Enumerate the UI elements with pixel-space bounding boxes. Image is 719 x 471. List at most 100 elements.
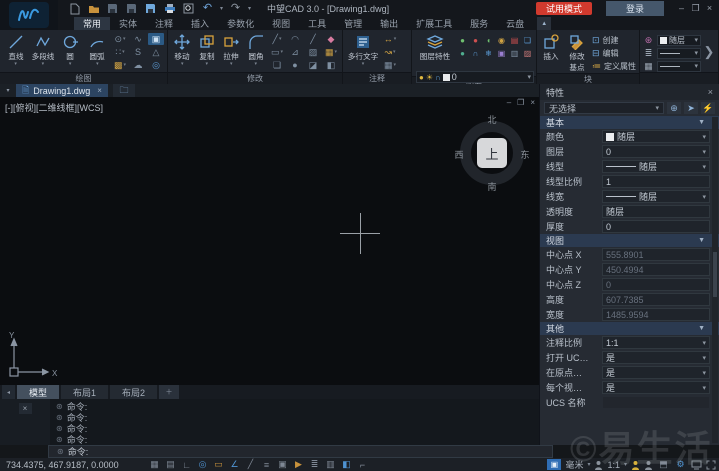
layer-current-icon[interactable]: ▤ bbox=[509, 34, 520, 46]
layer-lock-icon[interactable]: ∩ bbox=[470, 47, 481, 59]
layer-isolate-icon[interactable]: ◉ bbox=[496, 34, 507, 46]
revcloud-icon[interactable]: ☁ bbox=[130, 59, 146, 71]
ribbon-tab-annotate[interactable]: 注释 bbox=[146, 17, 182, 30]
add-layout-icon[interactable]: ＋ bbox=[159, 385, 179, 399]
save-as-icon[interactable] bbox=[144, 3, 157, 15]
ducs-toggle-icon[interactable]: ◧ bbox=[340, 459, 353, 470]
undo-icon[interactable]: ↶ bbox=[201, 3, 214, 15]
lineweight-value-dropdown[interactable]: 随层▾ bbox=[602, 190, 710, 203]
layer-walk-icon[interactable]: ❏ bbox=[522, 34, 533, 46]
units-toggle-icon[interactable]: ▥ bbox=[324, 459, 337, 470]
section-basic[interactable]: 基本▼ bbox=[540, 116, 719, 129]
layer-thaw-icon[interactable]: ● bbox=[457, 47, 468, 59]
viewport-controls-label[interactable]: [-][俯视][二维线框][WCS] bbox=[5, 101, 103, 114]
spline-icon[interactable]: ∿ bbox=[130, 33, 146, 45]
ucs-perview-dropdown[interactable]: 是▾ bbox=[602, 381, 710, 394]
linetype-dropdown[interactable]: ▾ bbox=[657, 61, 701, 72]
thickness-value-field[interactable]: 0 bbox=[602, 220, 710, 233]
close-icon[interactable]: × bbox=[705, 3, 714, 14]
rotate-icon[interactable]: ⊿ bbox=[287, 46, 303, 58]
hatch-icon[interactable]: ▩▾ bbox=[112, 59, 128, 71]
layer-dropdown[interactable]: ● ☀ ∩ 0 ▾ bbox=[416, 71, 534, 83]
layer-prev-icon[interactable]: ▥ bbox=[509, 47, 520, 59]
doc-minimize-icon[interactable]: – bbox=[507, 98, 511, 107]
ribbon-tab-home[interactable]: 常用 bbox=[74, 17, 110, 30]
compass-top-face[interactable]: 上 bbox=[477, 138, 507, 168]
user-icon[interactable] bbox=[594, 460, 603, 470]
model-tab[interactable]: 模型 bbox=[17, 385, 59, 399]
ribbon-collapse-icon[interactable]: ▲ bbox=[537, 17, 551, 30]
selection-dropdown[interactable]: 无选择 ▾ bbox=[544, 102, 664, 114]
lineweight-dropdown[interactable]: ▾ bbox=[657, 48, 701, 59]
mtext-button[interactable]: 多行文字▾ bbox=[346, 32, 380, 66]
ribbon-tab-solid[interactable]: 实体 bbox=[110, 17, 146, 30]
compass-south[interactable]: 南 bbox=[485, 180, 499, 193]
ribbon-tab-services[interactable]: 服务 bbox=[461, 17, 497, 30]
arc-button[interactable]: 圆弧▾ bbox=[85, 32, 110, 66]
region-icon[interactable]: ▣ bbox=[148, 33, 164, 45]
layer-properties-button[interactable]: 图层特性 bbox=[415, 32, 455, 62]
offset-icon[interactable]: ╱ bbox=[305, 33, 321, 45]
dynucs-toggle-icon[interactable]: ≣ bbox=[308, 459, 321, 470]
ribbon-tab-view[interactable]: 视图 bbox=[263, 17, 299, 30]
polygon-icon[interactable]: △ bbox=[148, 46, 164, 58]
doc-close-icon[interactable]: × bbox=[97, 86, 102, 95]
monitor-icon[interactable] bbox=[691, 460, 702, 470]
insert-block-button[interactable]: 插入 bbox=[540, 32, 563, 62]
set-basepoint-button[interactable]: 修改 基点 bbox=[565, 32, 590, 73]
layer-off-icon[interactable]: ● bbox=[470, 34, 481, 46]
ucs-origin-dropdown[interactable]: 是▾ bbox=[602, 366, 710, 379]
line-button[interactable]: 直线▾ bbox=[3, 32, 28, 66]
undo-dropdown-icon[interactable]: ▾ bbox=[220, 5, 223, 12]
ribbon-tab-output[interactable]: 输出 bbox=[371, 17, 407, 30]
compass-east[interactable]: 东 bbox=[518, 148, 532, 161]
clean-screen-icon[interactable]: ⌐ bbox=[356, 459, 369, 470]
layer-unlock-icon[interactable]: ◖ bbox=[483, 34, 494, 46]
command-window[interactable]: × ⊛命令: ⊛命令: ⊛命令: ⊛命令: bbox=[0, 399, 539, 445]
annoscale-dropdown[interactable]: 1:1▾ bbox=[602, 336, 710, 349]
layer-match-icon[interactable]: ▣ bbox=[496, 47, 507, 59]
palette-scrollbar[interactable] bbox=[712, 117, 718, 443]
compass-west[interactable]: 西 bbox=[452, 148, 466, 161]
copy-stack-icon[interactable]: ❏ bbox=[269, 59, 285, 71]
move-button[interactable]: 移动▾ bbox=[171, 32, 194, 66]
section-misc[interactable]: 其他▼ bbox=[540, 322, 719, 335]
osnap-toggle-icon[interactable]: ∠ bbox=[228, 459, 241, 470]
array-icon[interactable]: ▦▾ bbox=[323, 46, 339, 58]
scale-icon[interactable]: ● bbox=[287, 59, 303, 71]
table-icon[interactable]: ▦▾ bbox=[382, 59, 398, 71]
otrack-toggle-icon[interactable]: ▭ bbox=[212, 459, 225, 470]
select-objects-icon[interactable]: ➤ bbox=[684, 102, 698, 114]
transparency-toggle-icon[interactable]: ≡ bbox=[260, 459, 273, 470]
preview-icon[interactable] bbox=[182, 3, 195, 15]
section-view[interactable]: 视图▼ bbox=[540, 234, 719, 247]
ucs-on-dropdown[interactable]: 是▾ bbox=[602, 351, 710, 364]
center-mark-icon[interactable]: ⊙▾ bbox=[112, 33, 128, 45]
layer-on-icon[interactable]: ● bbox=[457, 34, 468, 46]
explode-icon[interactable]: ▨ bbox=[305, 46, 321, 58]
fillet-button[interactable]: 圆角▾ bbox=[245, 32, 268, 66]
linetype-value-dropdown[interactable]: 随层▾ bbox=[602, 160, 710, 173]
block-create-item[interactable]: ⊡创建 bbox=[592, 34, 636, 46]
color-dropdown[interactable]: 随层 ▾ bbox=[657, 35, 701, 46]
dimension-icon[interactable]: ↔▾ bbox=[382, 33, 398, 45]
app-logo[interactable] bbox=[0, 0, 58, 30]
copy-button[interactable]: 复制▾ bbox=[196, 32, 219, 66]
stretch-button[interactable]: 拉伸▾ bbox=[220, 32, 243, 66]
trial-mode-button[interactable]: 试用模式 bbox=[536, 2, 592, 15]
document-tab[interactable]: 🗎 Drawing1.dwg × bbox=[16, 84, 108, 97]
donut-icon[interactable]: ◎ bbox=[148, 59, 164, 71]
ribbon-tab-manage[interactable]: 管理 bbox=[335, 17, 371, 30]
layer-merge-icon[interactable]: ▨ bbox=[522, 47, 533, 59]
toggle-pickadd-icon[interactable]: ⚡ bbox=[701, 102, 715, 114]
restore-icon[interactable]: ❐ bbox=[691, 3, 700, 14]
circle-button[interactable]: 圆▾ bbox=[58, 32, 83, 66]
redo-icon[interactable]: ↷ bbox=[229, 3, 242, 15]
ribbon-tab-express[interactable]: 扩展工具 bbox=[407, 17, 461, 30]
leader-icon[interactable]: ↝▾ bbox=[382, 46, 398, 58]
new-file-icon[interactable] bbox=[68, 3, 81, 15]
join-icon[interactable]: ◪ bbox=[305, 59, 321, 71]
doc-close-window-icon[interactable]: × bbox=[530, 98, 535, 107]
command-close-icon[interactable]: × bbox=[19, 403, 32, 414]
save-icon[interactable] bbox=[106, 3, 119, 15]
